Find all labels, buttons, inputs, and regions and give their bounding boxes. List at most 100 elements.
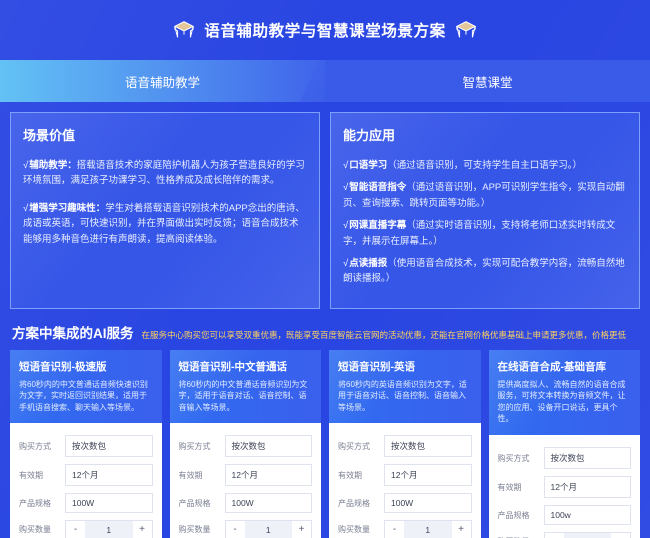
- form-label: 购买数量: [19, 525, 51, 535]
- form-label: 购买方式: [178, 441, 211, 451]
- scenario-tabs: 语音辅助教学 智慧课堂: [0, 60, 650, 102]
- product-card-list: 短语音识别-极速版 将60秒内的中文普通话音频快速识别为文字，实时返回识别结果，…: [0, 349, 650, 538]
- spec-select[interactable]: 100W: [384, 493, 472, 514]
- form-row-validity: 有效期 12个月: [497, 476, 631, 498]
- product-card: 在线语音合成-基础音库 提供高度拟人、流畅自然的语音合成服务，可将文本转换为音频…: [488, 349, 641, 538]
- product-description: 将60秒内的中文普通话音频快速识别为文字，实时返回识别结果，适用于手机语音搜索、…: [19, 379, 148, 412]
- form-label: 购买方式: [19, 441, 51, 451]
- product-description: 提供高度拟人、流畅自然的语音合成服务，可将文本转换为音频文件，让您的应用、设备开…: [497, 379, 626, 424]
- capability-item-text: （通过语音识别，可支持学生自主口语学习。）: [387, 160, 582, 171]
- panel-capability-application: 能力应用 √口语学习（通过语音识别，可支持学生自主口语学习。） √智能语音指令（…: [330, 112, 640, 309]
- quantity-decrease-button[interactable]: -: [385, 521, 404, 538]
- tab-voice-assisted-teaching[interactable]: 语音辅助教学: [0, 60, 325, 102]
- card-header: 短语音识别-极速版 将60秒内的中文普通话音频快速识别为文字，实时返回识别结果，…: [10, 350, 162, 424]
- form-label: 产品规格: [178, 498, 211, 508]
- product-name: 在线语音合成-基础音库: [497, 360, 607, 373]
- form-label: 产品规格: [19, 498, 51, 508]
- quantity-increase-button[interactable]: +: [611, 533, 630, 538]
- quantity-decrease-button[interactable]: -: [225, 521, 245, 538]
- cube-icon: [173, 21, 195, 38]
- form-row-spec: 产品规格 100W: [338, 493, 472, 514]
- capability-item: √网课直播字幕（通过实时语音识别，支持将老师口述实时转成文字，并展示在屏幕上。）: [343, 218, 627, 249]
- services-subtitle: 在服务中心购买您可以享受双重优惠，既能享受百度智能云官网的活动优惠，还能在官网价…: [141, 329, 627, 340]
- validity-select[interactable]: 12个月: [65, 464, 153, 487]
- form-label: 购买数量: [178, 525, 211, 535]
- check-icon: √: [343, 182, 349, 194]
- quantity-increase-button[interactable]: +: [132, 521, 152, 538]
- form-row-purchase-type: 购买方式 按次数包: [178, 435, 312, 458]
- quantity-value[interactable]: 1: [404, 521, 452, 538]
- quantity-increase-button[interactable]: +: [292, 521, 311, 538]
- check-icon: √: [23, 160, 29, 171]
- tab-label: 智慧课堂: [462, 75, 513, 90]
- panel-scenario-value: 场景价值 √辅助教学：搭载语音技术的家庭陪护机器人为孩子营造良好的学习环境氛围，…: [10, 112, 320, 309]
- check-icon: √: [23, 202, 29, 214]
- form-row-validity: 有效期 12个月: [179, 464, 312, 487]
- quantity-decrease-button[interactable]: -: [66, 521, 85, 538]
- card-header: 短语音识别-英语 将60秒内的英语音频识别为文字，适用于语音对话、语音控制、语音…: [329, 350, 481, 424]
- services-title: 方案中集成的AI服务: [12, 325, 134, 341]
- tab-smart-classroom[interactable]: 智慧课堂: [325, 60, 650, 102]
- quantity-value[interactable]: 1: [244, 521, 292, 538]
- capability-item-label: 网课直播字幕: [349, 220, 407, 232]
- form-row-validity: 有效期 12个月: [19, 464, 153, 487]
- quantity-stepper: - 1 +: [543, 532, 631, 538]
- product-name: 短语音识别-中文普通话: [178, 360, 288, 373]
- form-label: 有效期: [19, 470, 43, 480]
- product-name: 短语音识别-极速版: [19, 360, 107, 373]
- form-label: 有效期: [338, 470, 362, 480]
- purchase-type-select[interactable]: 按次数包: [65, 435, 153, 458]
- tab-label: 语音辅助教学: [124, 75, 200, 90]
- capability-item: √口语学习（通过语音识别，可支持学生自主口语学习。）: [343, 158, 627, 173]
- purchase-type-select[interactable]: 按次数包: [384, 435, 472, 458]
- card-body: 购买方式 按次数包 有效期 12个月 产品规格 100W 购买数量 - 1 +: [170, 423, 322, 538]
- spec-select[interactable]: 100w: [543, 505, 631, 525]
- check-icon: √: [343, 160, 349, 171]
- value-item-label: 增强学习趣味性：: [29, 202, 106, 214]
- quantity-value[interactable]: 1: [85, 521, 133, 538]
- card-body: 购买方式 按次数包 有效期 12个月 产品规格 100W 购买数量 - 1 +: [10, 423, 162, 538]
- card-body: 购买方式 按次数包 有效期 12个月 产品规格 100w 购买数量 - 1 +: [489, 435, 641, 538]
- value-item: √增强学习趣味性：学生对着搭载语音识别技术的APP念出的唐诗、成语或英语，可快速…: [23, 201, 307, 247]
- form-row-quantity: 购买数量 - 1 +: [498, 532, 631, 538]
- page-title: 语音辅助教学与智慧课堂场景方案: [204, 23, 446, 40]
- product-description: 将60秒内的英语音频识别为文字，适用于语音对话、语音控制、语音输入等场景。: [338, 379, 467, 412]
- quantity-stepper: - 1 +: [65, 520, 153, 538]
- value-item-label: 辅助教学：: [29, 160, 77, 171]
- spec-select[interactable]: 100W: [224, 493, 312, 514]
- form-row-quantity: 购买数量 - 1 +: [338, 520, 472, 538]
- ai-services-heading: 方案中集成的AI服务 在服务中心购买您可以享受双重优惠，既能享受百度智能云官网的…: [0, 309, 650, 350]
- spec-select[interactable]: 100W: [65, 493, 153, 514]
- quantity-increase-button[interactable]: +: [451, 521, 471, 538]
- form-label: 产品规格: [338, 498, 370, 508]
- form-row-quantity: 购买数量 - 1 +: [178, 520, 312, 538]
- quantity-stepper: - 1 +: [384, 520, 472, 538]
- form-label: 有效期: [497, 482, 522, 492]
- check-icon: √: [343, 257, 349, 269]
- validity-select[interactable]: 12个月: [384, 464, 472, 487]
- form-label: 购买方式: [338, 441, 370, 451]
- form-row-spec: 产品规格 100W: [19, 493, 153, 514]
- capability-item: √智能语音指令（通过语音识别，APP可识别学生指令，实现自动翻页、查询搜索、跳转…: [343, 180, 627, 211]
- form-row-purchase-type: 购买方式 按次数包: [338, 435, 472, 458]
- card-header: 在线语音合成-基础音库 提供高度拟人、流畅自然的语音合成服务，可将文本转换为音频…: [489, 350, 641, 435]
- form-label: 产品规格: [497, 510, 530, 520]
- purchase-type-select[interactable]: 按次数包: [224, 435, 312, 458]
- cube-icon: [455, 21, 477, 38]
- purchase-type-select[interactable]: 按次数包: [543, 447, 631, 469]
- capability-item-label: 点读播报: [349, 257, 388, 269]
- validity-select[interactable]: 12个月: [543, 476, 631, 498]
- capability-item: √点读播报（使用语音合成技术，实现可配合教学内容，流畅自然地朗读播报。）: [343, 256, 627, 287]
- card-header: 短语音识别-中文普通话 将60秒内的中文普通话音频识别为文字，适用于语音对话、语…: [170, 350, 322, 424]
- form-row-quantity: 购买数量 - 1 +: [19, 520, 153, 538]
- panel-title: 能力应用: [343, 128, 396, 143]
- panel-title: 场景价值: [23, 128, 76, 143]
- quantity-decrease-button[interactable]: -: [544, 533, 564, 538]
- capability-item-label: 口语学习: [349, 160, 388, 171]
- info-panels: 场景价值 √辅助教学：搭载语音技术的家庭陪护机器人为孩子营造良好的学习环境氛围，…: [0, 102, 650, 309]
- product-card: 短语音识别-英语 将60秒内的英语音频识别为文字，适用于语音对话、语音控制、语音…: [329, 349, 481, 538]
- validity-select[interactable]: 12个月: [224, 464, 312, 487]
- quantity-stepper: - 1 +: [224, 520, 312, 538]
- form-row-purchase-type: 购买方式 按次数包: [19, 435, 153, 458]
- quantity-value[interactable]: 1: [563, 533, 611, 538]
